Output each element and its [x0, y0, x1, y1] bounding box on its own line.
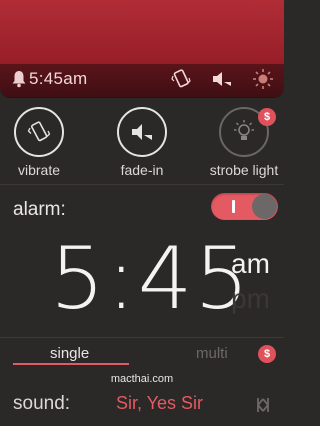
strobe-light-icon[interactable]	[252, 68, 274, 90]
tab-single-underline	[13, 363, 129, 365]
fade-in-button[interactable]	[117, 107, 167, 157]
divider	[0, 337, 284, 338]
vibrate-label: vibrate	[17, 162, 61, 178]
sound-picker-icon[interactable]	[256, 396, 270, 414]
tab-single[interactable]: single	[50, 345, 89, 362]
strobe-light-price-badge: $	[258, 108, 276, 126]
alarm-label: alarm:	[13, 199, 66, 220]
fade-in-label: fade-in	[120, 162, 164, 178]
alarm-time-display[interactable]: 5:45	[50, 234, 251, 324]
multi-price-badge: $	[258, 345, 276, 363]
vibrate-icon	[27, 121, 51, 142]
watermark: macthai.com	[110, 373, 174, 385]
strobe-light-icon	[234, 120, 254, 140]
header-alarm-time: 5:45am	[29, 69, 88, 88]
vibrate-icon[interactable]	[170, 68, 192, 90]
vibrate-button[interactable]	[14, 107, 64, 157]
pm-option[interactable]: pm	[231, 285, 270, 313]
strobe-light-label: strobe light	[209, 162, 279, 178]
toggle-knob	[252, 194, 277, 219]
alarm-toggle[interactable]	[211, 193, 278, 220]
divider	[0, 184, 284, 185]
sound-value[interactable]: Sir, Yes Sir	[116, 393, 203, 414]
toggle-on-indicator	[232, 200, 235, 213]
fade-in-icon	[132, 124, 152, 140]
sound-label: sound:	[13, 393, 71, 414]
tab-multi[interactable]: multi	[196, 345, 228, 362]
am-option[interactable]: am	[231, 250, 270, 278]
fade-in-icon[interactable]	[211, 68, 233, 90]
bell-icon	[12, 71, 26, 88]
